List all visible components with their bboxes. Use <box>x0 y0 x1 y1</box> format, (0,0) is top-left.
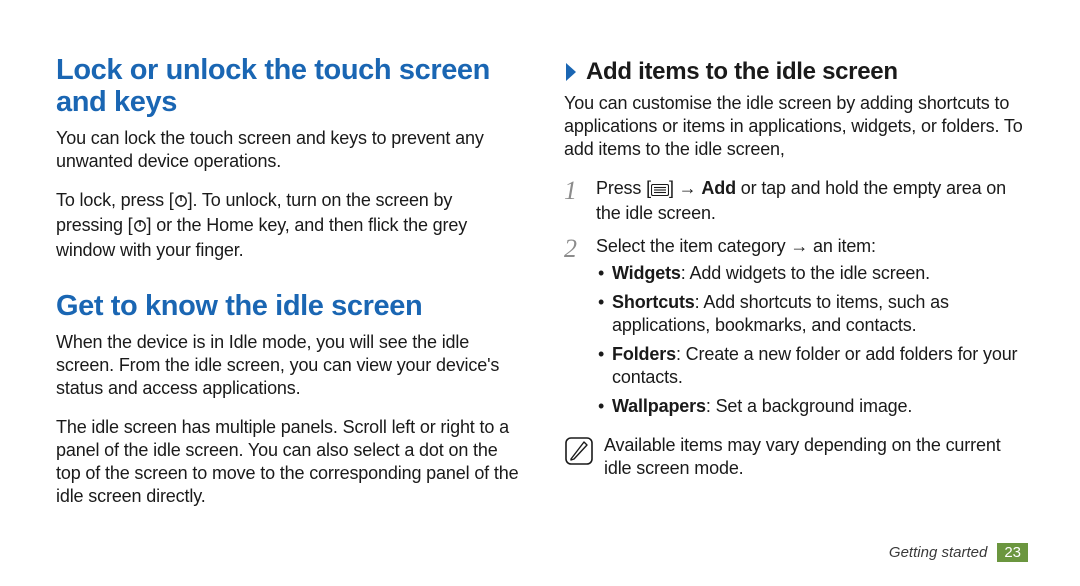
bullet-val: : Set a background image. <box>706 396 912 416</box>
para-lock-desc: You can lock the touch screen and keys t… <box>56 127 520 173</box>
step-text: Select the item category → an item: <box>596 235 1028 258</box>
note-text: Available items may vary depending on th… <box>604 434 1028 480</box>
text-bold-add: Add <box>701 178 736 198</box>
para-customise: You can customise the idle screen by add… <box>564 92 1028 161</box>
page-number: 23 <box>997 543 1028 562</box>
right-column: Add items to the idle screen You can cus… <box>542 54 1028 558</box>
chevron-right-icon <box>564 61 580 83</box>
menu-icon <box>651 179 669 202</box>
list-item: Wallpapers: Set a background image. <box>596 395 1028 418</box>
list-item: Shortcuts: Add shortcuts to items, such … <box>596 291 1028 337</box>
list-item: Widgets: Add widgets to the idle screen. <box>596 262 1028 285</box>
bullet-list: Widgets: Add widgets to the idle screen.… <box>596 262 1028 418</box>
footer-section: Getting started <box>889 544 987 561</box>
text-fragment: ] → <box>669 178 701 198</box>
para-idle-desc: When the device is in Idle mode, you wil… <box>56 331 520 400</box>
text-fragment: Press [ <box>596 178 651 198</box>
bullet-key: Folders <box>612 344 676 364</box>
text-fragment: To lock, press [ <box>56 190 174 210</box>
step-2: 2 Select the item category → an item: Wi… <box>564 235 1028 424</box>
manual-page: Lock or unlock the touch screen and keys… <box>0 0 1080 586</box>
power-icon <box>174 191 188 214</box>
subheading-text: Add items to the idle screen <box>586 58 898 86</box>
bullet-val: : Add widgets to the idle screen. <box>681 263 930 283</box>
subheading-add-items: Add items to the idle screen <box>564 58 1028 86</box>
power-icon <box>133 216 147 239</box>
heading-idle-screen: Get to know the idle screen <box>56 290 520 322</box>
para-lock-instruction: To lock, press []. To unlock, turn on th… <box>56 189 520 262</box>
heading-lock-unlock: Lock or unlock the touch screen and keys <box>56 54 520 119</box>
bullet-key: Widgets <box>612 263 681 283</box>
note-icon <box>564 436 594 466</box>
para-idle-panels: The idle screen has multiple panels. Scr… <box>56 416 520 508</box>
step-number: 1 <box>564 177 586 225</box>
left-column: Lock or unlock the touch screen and keys… <box>56 54 542 558</box>
bullet-key: Shortcuts <box>612 292 695 312</box>
step-body: Press [] → Add or tap and hold the empty… <box>596 177 1028 225</box>
step-body: Select the item category → an item: Widg… <box>596 235 1028 424</box>
step-number: 2 <box>564 235 586 424</box>
bullet-key: Wallpapers <box>612 396 706 416</box>
note-block: Available items may vary depending on th… <box>564 434 1028 480</box>
step-1: 1 Press [] → Add or tap and hold the emp… <box>564 177 1028 225</box>
list-item: Folders: Create a new folder or add fold… <box>596 343 1028 389</box>
page-footer: Getting started 23 <box>889 543 1028 562</box>
